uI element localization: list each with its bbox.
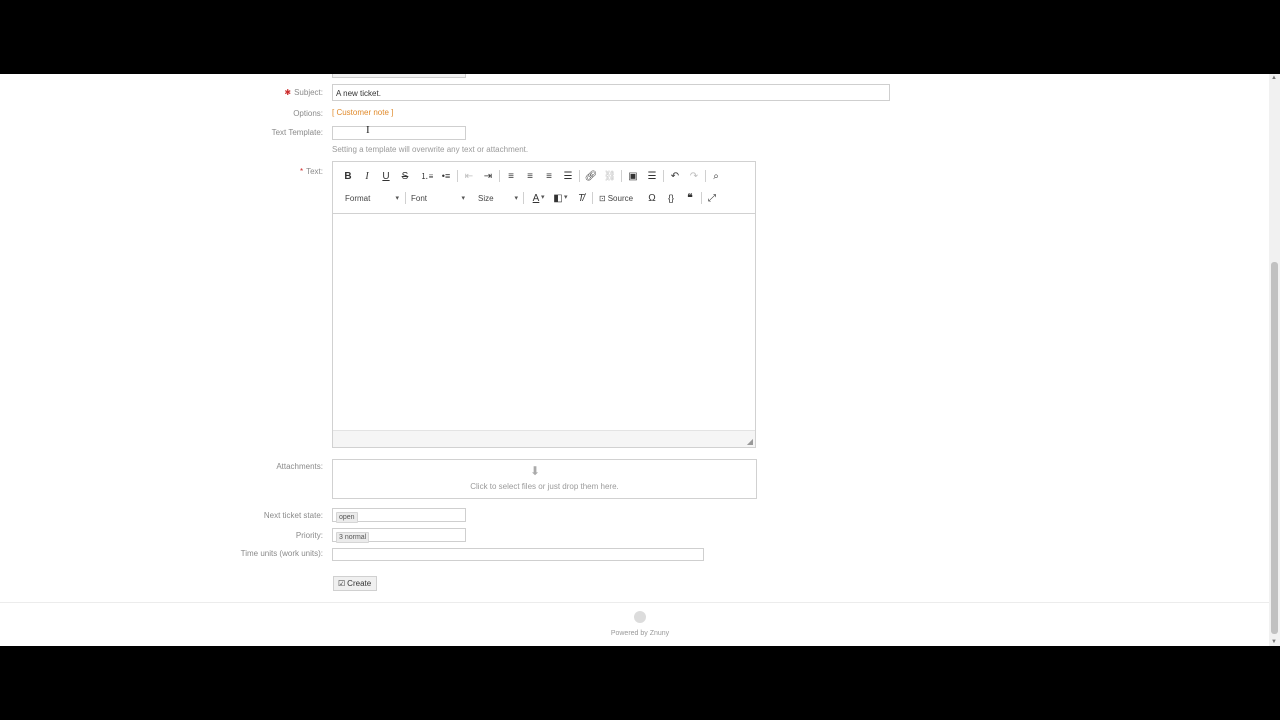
text-label: * Text:	[299, 167, 323, 176]
redo-icon[interactable]: ↷	[687, 169, 701, 183]
owner-select-partial[interactable]	[332, 74, 466, 78]
toolbar-separator	[457, 170, 458, 182]
subject-label: ✱ Subject:	[284, 88, 323, 97]
scroll-up-icon[interactable]: ▲	[1271, 75, 1277, 81]
scroll-down-icon[interactable]: ▼	[1271, 639, 1277, 645]
chevron-down-icon: ▾	[514, 195, 518, 202]
create-button-label: Create	[347, 579, 372, 588]
priority-select[interactable]: 3 normal	[332, 528, 466, 543]
priority-value: 3 normal	[336, 532, 370, 543]
bulleted-list-icon[interactable]: •≡	[439, 169, 453, 183]
rich-text-editor: B I U S ⒈≡ •≡ ⇤ ⇥ ≡ ≡ ≡ ☰ 🔗︎ ⛓ ▣ ☰ ↶ ↷ ⌕	[332, 161, 756, 448]
chevron-down-icon[interactable]: ▾	[564, 193, 568, 201]
outdent-icon[interactable]: ⇤	[462, 169, 476, 183]
toolbar-separator	[579, 170, 580, 182]
toolbar-separator	[621, 170, 622, 182]
scrollbar-thumb[interactable]	[1271, 262, 1278, 634]
attachments-label: Attachments:	[276, 462, 323, 471]
find-icon[interactable]: ⌕	[709, 169, 723, 183]
page-scrollbar[interactable]: ▲ ▼	[1269, 74, 1280, 646]
source-button[interactable]: ⊡ Source	[599, 191, 639, 205]
time-units-label: Time units (work units):	[240, 549, 323, 558]
text-cursor-icon: I	[366, 124, 370, 136]
link-icon[interactable]: 🔗︎	[584, 169, 598, 183]
background-color-icon[interactable]: ◧	[551, 191, 565, 205]
source-label: Source	[607, 193, 634, 203]
remove-format-icon[interactable]: T̸	[574, 191, 588, 205]
toolbar-separator	[499, 170, 500, 182]
indent-icon[interactable]: ⇥	[481, 169, 495, 183]
align-justify-icon[interactable]: ☰	[561, 169, 575, 183]
horizontal-rule-icon[interactable]: ☰	[645, 169, 659, 183]
toolbar-separator	[701, 192, 702, 204]
toolbar-separator	[592, 192, 593, 204]
create-button[interactable]: ☑ Create	[333, 576, 377, 591]
toolbar-separator	[705, 170, 706, 182]
template-select[interactable]	[332, 126, 466, 140]
undo-icon[interactable]: ↶	[668, 169, 682, 183]
powered-by-text: Powered by Znuny	[610, 630, 670, 637]
code-snippet-icon[interactable]: {}	[664, 191, 678, 205]
upload-icon: ⬇	[530, 464, 541, 478]
numbered-list-icon[interactable]: ⒈≡	[420, 169, 434, 183]
italic-icon[interactable]: I	[360, 169, 374, 183]
toolbar-separator	[405, 192, 406, 204]
unlink-icon[interactable]: ⛓	[603, 169, 617, 183]
toolbar-separator	[523, 192, 524, 204]
editor-content-area[interactable]	[333, 214, 755, 431]
footer-divider	[0, 602, 1269, 603]
time-units-input[interactable]	[332, 548, 704, 561]
align-right-icon[interactable]: ≡	[542, 169, 556, 183]
underline-icon[interactable]: U	[379, 169, 393, 183]
customer-note-link[interactable]: [ Customer note ]	[332, 108, 393, 117]
next-state-label: Next ticket state:	[263, 511, 323, 520]
next-state-value: open	[336, 512, 358, 523]
font-label: Font	[411, 193, 428, 203]
znuny-logo-icon	[634, 611, 646, 623]
maximize-icon[interactable]: ⤢	[705, 191, 719, 205]
checkbox-icon: ☑	[338, 579, 346, 588]
options-label: Options:	[293, 109, 323, 118]
next-state-select[interactable]: open	[332, 508, 466, 523]
image-icon[interactable]: ▣	[626, 169, 640, 183]
size-label: Size	[478, 193, 494, 203]
align-left-icon[interactable]: ≡	[504, 169, 518, 183]
editor-statusbar: ◢	[333, 430, 755, 447]
attachment-dropzone[interactable]: ⬇ Click to select files or just drop the…	[332, 459, 757, 499]
blockquote-icon[interactable]: ❝	[683, 191, 697, 205]
chevron-down-icon[interactable]: ▾	[541, 193, 545, 201]
toolbar-separator	[663, 170, 664, 182]
resize-handle-icon[interactable]: ◢	[747, 437, 753, 446]
priority-label: Priority:	[295, 531, 323, 540]
subject-value: A new ticket.	[336, 89, 381, 98]
strikethrough-icon[interactable]: S	[398, 169, 412, 183]
template-label: Text Template:	[271, 128, 323, 137]
bold-icon[interactable]: B	[341, 169, 355, 183]
align-center-icon[interactable]: ≡	[523, 169, 537, 183]
source-icon: ⊡	[599, 193, 606, 203]
editor-toolbar: B I U S ⒈≡ •≡ ⇤ ⇥ ≡ ≡ ≡ ☰ 🔗︎ ⛓ ▣ ☰ ↶ ↷ ⌕	[333, 162, 755, 214]
subject-input[interactable]: A new ticket.	[332, 84, 890, 101]
font-dropdown[interactable]: Font ▾	[411, 191, 465, 205]
format-dropdown[interactable]: Format ▾	[345, 191, 399, 205]
format-label: Format	[345, 193, 371, 203]
chevron-down-icon: ▾	[395, 195, 399, 202]
size-dropdown[interactable]: Size ▾	[478, 191, 518, 205]
dropzone-hint: Click to select files or just drop them …	[470, 482, 619, 491]
chevron-down-icon: ▾	[461, 195, 465, 202]
page-viewport: ✱ Subject: A new ticket. Options: [ Custo…	[0, 74, 1280, 646]
template-hint: Setting a template will overwrite any te…	[332, 145, 529, 154]
special-character-icon[interactable]: Ω	[645, 191, 659, 205]
